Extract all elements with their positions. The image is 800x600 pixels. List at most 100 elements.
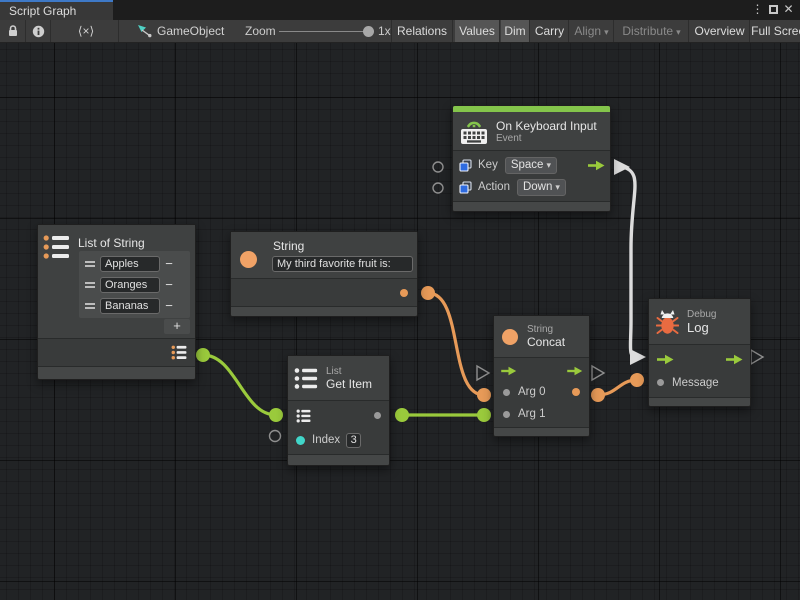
flow-in-arrow-icon — [500, 366, 517, 376]
zoom-slider-track[interactable] — [279, 31, 372, 32]
port-getitem-list-input[interactable] — [269, 408, 283, 422]
string-output-dot[interactable] — [400, 289, 408, 297]
port-concat-arg1-input[interactable] — [477, 408, 491, 422]
add-item-button[interactable]: + — [164, 319, 190, 334]
overview-button[interactable]: Overview — [690, 20, 750, 42]
values-button[interactable]: Values — [455, 20, 500, 42]
window-close-icon[interactable]: ✕ — [781, 0, 796, 20]
node-subtitle: Event — [496, 133, 597, 144]
info-icon[interactable] — [27, 20, 49, 42]
node-title: String — [273, 239, 304, 253]
drag-handle-icon[interactable] — [85, 282, 95, 288]
list-item-row: − — [81, 253, 188, 274]
remove-item-icon[interactable]: − — [160, 277, 178, 292]
port-log-flow-output[interactable] — [751, 350, 763, 364]
string-type-icon — [240, 251, 257, 268]
node-title: Get Item — [326, 377, 372, 391]
port-log-message-input[interactable] — [630, 373, 644, 387]
string-type-icon — [502, 329, 518, 345]
node-title: Concat — [527, 335, 565, 349]
caret-down-icon: ▾ — [555, 182, 560, 193]
relations-button[interactable]: Relations — [392, 20, 453, 42]
node-title: Log — [687, 320, 716, 335]
gameobject-label[interactable]: GameObject — [157, 20, 224, 42]
port-concat-flow-input[interactable] — [477, 366, 489, 380]
window-menu-icon[interactable]: ⋮ — [750, 0, 765, 20]
list-icon — [294, 367, 319, 390]
caret-down-icon: ▾ — [676, 27, 681, 37]
node-footer — [453, 201, 610, 211]
list-editor: − − − — [79, 251, 190, 318]
arg1-port-label: Arg 1 — [518, 408, 546, 420]
port-event-key-input[interactable] — [433, 162, 443, 172]
remove-item-icon[interactable]: − — [160, 298, 178, 313]
key-port-label: Key — [478, 159, 498, 171]
node-on-keyboard-input[interactable]: On Keyboard Input Event Key Space▾ — [452, 105, 611, 212]
node-string-literal[interactable]: String — [230, 231, 418, 317]
bug-icon — [656, 308, 679, 336]
port-string-output[interactable] — [421, 286, 435, 300]
port-concat-result-output[interactable] — [591, 388, 605, 402]
zoom-label: Zoom — [245, 20, 276, 42]
node-get-item[interactable]: List Get Item Index — [287, 355, 390, 466]
port-event-trigger-output[interactable] — [614, 159, 630, 175]
zoom-slider-handle[interactable] — [363, 26, 374, 37]
list-item-field[interactable] — [100, 298, 160, 314]
node-category: List — [326, 366, 372, 377]
node-category: Debug — [687, 309, 716, 320]
action-dropdown[interactable]: Down▾ — [517, 179, 566, 196]
node-footer — [288, 454, 389, 465]
concat-result-dot[interactable] — [572, 388, 580, 396]
key-dropdown[interactable]: Space▾ — [505, 157, 557, 174]
unity-script-graph-window: Script Graph ⋮ ✕ ⟨×⟩ GameObject Zoom 1x … — [0, 0, 800, 600]
align-dropdown-button[interactable]: Align▾ — [570, 20, 614, 42]
tab-title: Script Graph — [9, 4, 76, 18]
index-port-label: Index — [312, 434, 340, 446]
dim-button[interactable]: Dim — [501, 20, 530, 42]
flow-in-arrow-icon — [656, 354, 674, 365]
list-icon — [43, 234, 71, 265]
carry-button[interactable]: Carry — [531, 20, 569, 42]
node-concat[interactable]: String Concat Arg 0 — [493, 315, 590, 437]
node-footer — [494, 427, 589, 436]
port-event-action-input[interactable] — [433, 183, 443, 193]
port-log-flow-input[interactable] — [630, 349, 646, 365]
port-concat-arg0-input[interactable] — [477, 388, 491, 402]
index-value-field[interactable] — [346, 433, 361, 448]
arg0-type-dot — [503, 389, 510, 396]
port-getitem-output[interactable] — [395, 408, 409, 422]
node-debug-log[interactable]: Debug Log Message — [648, 298, 751, 407]
list-item-row: − — [81, 274, 188, 295]
distribute-dropdown-button[interactable]: Distribute▾ — [615, 20, 689, 42]
node-list-of-string[interactable]: List of String − − − — [37, 224, 196, 380]
enum-icon — [459, 159, 472, 172]
wire-string-to-concat[interactable] — [428, 293, 484, 395]
graph-canvas[interactable]: On Keyboard Input Event Key Space▾ — [0, 43, 800, 600]
window-maximize-icon[interactable] — [769, 5, 778, 14]
lock-icon[interactable] — [2, 20, 24, 42]
port-list-output[interactable] — [196, 348, 210, 362]
port-getitem-index-input[interactable] — [270, 431, 281, 442]
graph-toolbar: ⟨×⟩ GameObject Zoom 1x Relations Values … — [0, 20, 800, 43]
node-title: On Keyboard Input — [496, 119, 597, 133]
list-item-field[interactable] — [100, 277, 160, 293]
drag-handle-icon[interactable] — [85, 303, 95, 309]
getitem-result-dot[interactable] — [374, 412, 381, 419]
message-port-label: Message — [672, 377, 719, 389]
string-value-field[interactable] — [272, 256, 413, 272]
drag-handle-icon[interactable] — [85, 261, 95, 267]
zoom-value: 1x — [378, 20, 391, 42]
arg1-type-dot — [503, 411, 510, 418]
port-concat-flow-output[interactable] — [592, 366, 604, 380]
full-screen-button[interactable]: Full Screen — [751, 20, 800, 42]
edit-source-icon[interactable]: ⟨×⟩ — [68, 20, 104, 42]
list-item-field[interactable] — [100, 256, 160, 272]
caret-down-icon: ▾ — [546, 160, 551, 171]
wire-list-to-getitem[interactable] — [203, 355, 276, 415]
node-footer — [231, 306, 417, 316]
wire-event-to-log[interactable] — [623, 167, 636, 357]
remove-item-icon[interactable]: − — [160, 256, 178, 271]
list-item-row: − — [81, 295, 188, 316]
list-output-icon — [171, 345, 188, 360]
tab-script-graph[interactable]: Script Graph — [0, 0, 113, 20]
